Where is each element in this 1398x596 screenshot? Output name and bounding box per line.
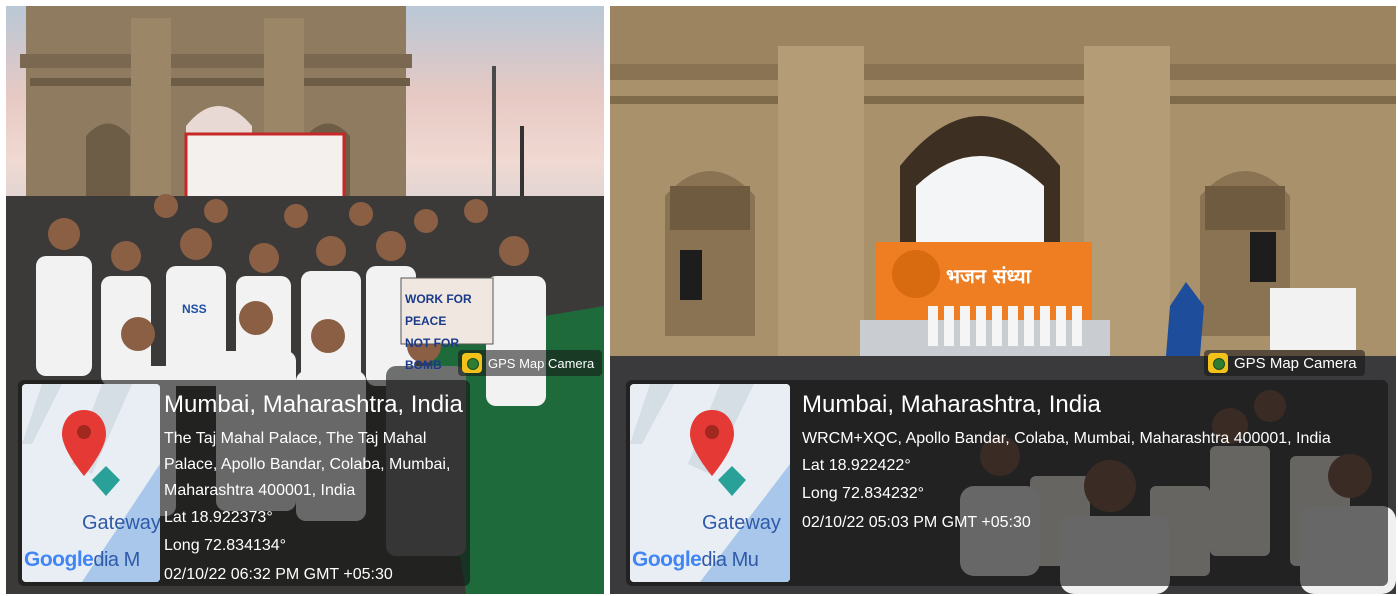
map-label-gateway: Gateway — [702, 512, 781, 534]
photo-gateway-bhajan-sandhya: भजन संध्या GPS Map Camera Gateway Google… — [610, 6, 1396, 594]
map-label-gateway: Gateway — [82, 512, 160, 534]
timestamp: 02/10/22 05:03 PM GMT +05:30 — [802, 514, 1031, 531]
map-thumbnail: Gateway Googledia Mu — [630, 384, 790, 582]
peace-sign-line-1: WORK FOR PEACE — [405, 292, 472, 328]
gps-info-overlay: Gateway Googledia Mu Mumbai, Maharashtra… — [626, 380, 1388, 586]
google-logo: Googledia M — [24, 548, 140, 571]
gps-info-text: Mumbai, Maharashtra, India The Taj Mahal… — [164, 390, 464, 590]
google-logo: Googledia Mu — [632, 548, 759, 571]
location-address: WRCM+XQC, Apollo Bandar, Colaba, Mumbai,… — [802, 430, 1331, 447]
latitude: Lat 18.922422° — [802, 457, 911, 474]
timestamp: 02/10/22 06:32 PM GMT +05:30 — [164, 566, 393, 583]
location-city: Mumbai, Maharashtra, India — [164, 391, 463, 418]
badge-label: GPS Map Camera — [1234, 354, 1357, 372]
gps-camera-icon — [1208, 353, 1228, 373]
longitude: Long 72.834232° — [802, 485, 925, 502]
photo-gateway-nss-group: WORK FOR PEACE NOT FOR BOMB NSS GPS Map … — [6, 6, 604, 594]
gps-map-camera-badge: GPS Map Camera — [458, 350, 603, 376]
gps-map-camera-badge: GPS Map Camera — [1204, 350, 1365, 376]
gps-info-overlay: Gateway Googledia M Mumbai, Maharashtra,… — [18, 380, 470, 586]
location-address: The Taj Mahal Palace, The Taj Mahal Pala… — [164, 430, 451, 499]
gps-info-text: Mumbai, Maharashtra, India WRCM+XQC, Apo… — [802, 390, 1382, 538]
map-thumbnail: Gateway Googledia M — [22, 384, 160, 582]
stage-banner-title: भजन संध्या — [946, 264, 1031, 288]
shirt-logo: NSS — [182, 302, 207, 316]
gandhi-portrait — [892, 250, 940, 298]
gps-camera-icon — [462, 353, 482, 373]
latitude: Lat 18.922373° — [164, 509, 273, 526]
longitude: Long 72.834134° — [164, 537, 287, 554]
badge-label: GPS Map Camera — [488, 355, 595, 371]
location-city: Mumbai, Maharashtra, India — [802, 391, 1101, 418]
